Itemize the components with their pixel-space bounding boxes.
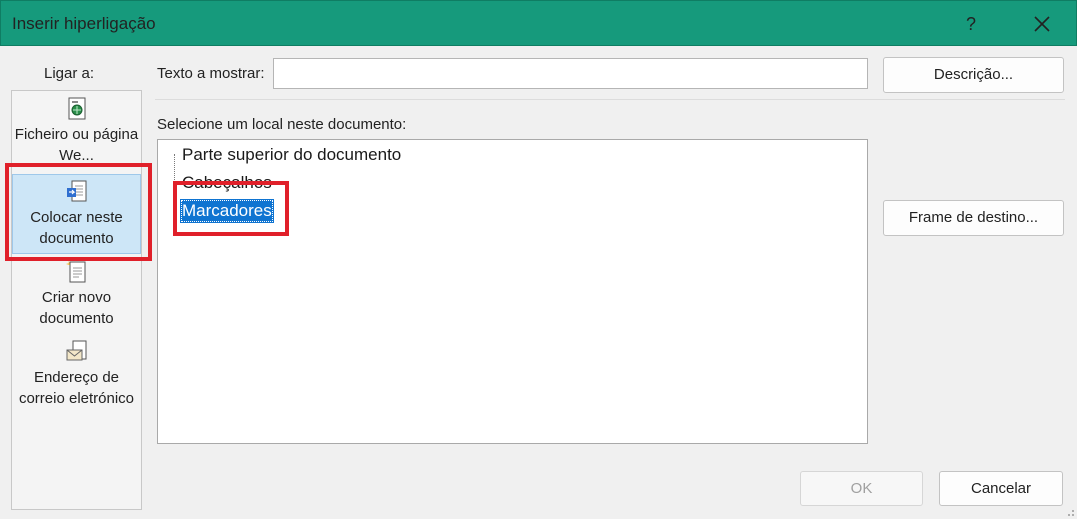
- title-bar: Inserir hiperligação ?: [0, 0, 1077, 46]
- tree-item-headings[interactable]: Cabeçalhos: [182, 171, 272, 195]
- close-button[interactable]: [1025, 7, 1059, 41]
- link-to-bar: Ficheiro ou página We... Colocar neste d…: [11, 90, 142, 510]
- place-in-document-icon: [66, 180, 86, 202]
- separator: [155, 99, 1065, 100]
- ok-button[interactable]: OK: [800, 471, 923, 506]
- link-to-place-in-document[interactable]: Colocar neste documento: [12, 174, 141, 254]
- resize-grip-icon[interactable]: [1065, 507, 1075, 517]
- web-file-icon: [68, 97, 85, 120]
- document-place-tree[interactable]: Parte superior do documento Cabeçalhos M…: [157, 139, 868, 444]
- text-to-display-label: Texto a mostrar:: [157, 65, 265, 82]
- link-to-item-label: Colocar neste documento: [30, 209, 123, 247]
- cancel-button[interactable]: Cancelar: [939, 471, 1063, 506]
- text-to-display-input[interactable]: [273, 58, 868, 89]
- screentip-button[interactable]: Descrição...: [883, 57, 1064, 93]
- link-to-item-label: Criar novo documento: [39, 289, 114, 327]
- link-to-create-new-document[interactable]: Criar novo documento: [12, 259, 141, 329]
- link-to-existing-file-or-web-page[interactable]: Ficheiro ou página We...: [12, 96, 141, 166]
- link-to-label: Ligar a:: [44, 65, 95, 82]
- link-to-item-label: Endereço de correio eletrónico: [18, 369, 135, 407]
- dialog-body: Ligar a: Ficheiro ou página We... Coloca…: [0, 46, 1077, 519]
- help-button[interactable]: ?: [958, 10, 984, 38]
- tree-item-bookmarks[interactable]: Marcadores: [180, 199, 274, 223]
- select-place-label: Selecione um local neste documento:: [157, 116, 407, 133]
- tree-connector-line: [174, 154, 175, 216]
- tree-item-top-of-document[interactable]: Parte superior do documento: [182, 143, 401, 167]
- email-icon: [66, 340, 86, 361]
- link-to-item-label: Ficheiro ou página We...: [14, 126, 139, 164]
- link-to-email-address[interactable]: Endereço de correio eletrónico: [12, 339, 141, 409]
- dialog-title: Inserir hiperligação: [12, 14, 156, 33]
- close-icon: [1034, 16, 1050, 32]
- target-frame-button[interactable]: Frame de destino...: [883, 200, 1064, 236]
- new-document-icon: [65, 261, 85, 283]
